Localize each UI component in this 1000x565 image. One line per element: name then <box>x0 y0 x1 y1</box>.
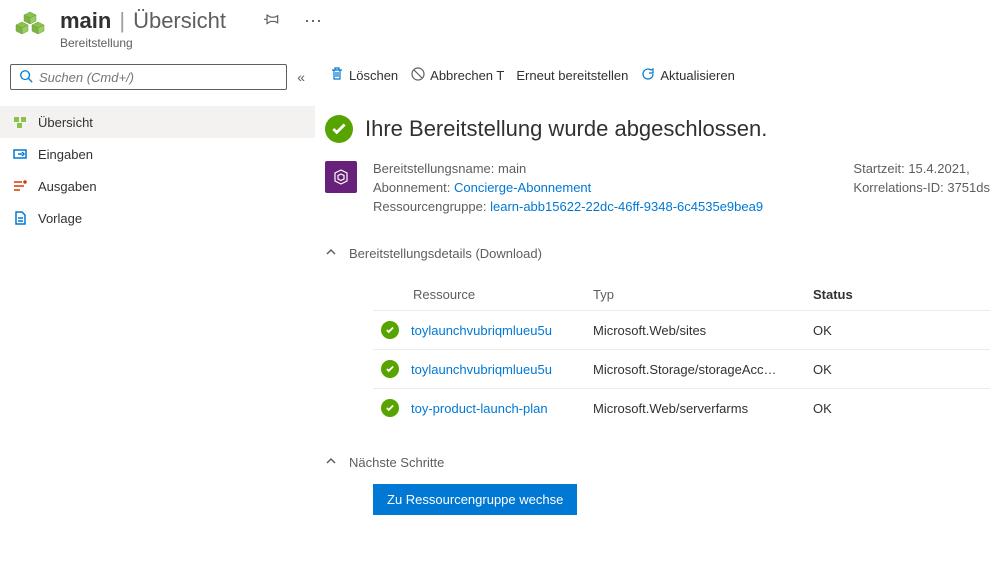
start-time-label: Startzeit: <box>853 161 904 176</box>
nav-label: Übersicht <box>38 115 93 130</box>
pin-icon[interactable] <box>264 12 280 31</box>
sidebar-nav: Übersicht Eingaben Ausgaben Vorlage <box>0 106 315 234</box>
col-resource: Ressource <box>373 287 593 302</box>
main-content: Löschen Abbrechen T Erneut bereitstellen… <box>315 58 1000 515</box>
delete-button[interactable]: Löschen <box>325 64 402 87</box>
row-success-icon <box>381 360 399 378</box>
resource-status: OK <box>813 362 990 377</box>
trash-icon <box>329 66 345 85</box>
chevron-up-icon <box>325 246 337 261</box>
table-row: toylaunchvubriqmlueu5u Microsoft.Storage… <box>373 349 990 388</box>
search-box[interactable] <box>10 64 287 90</box>
next-steps-toggle[interactable]: Nächste Schritte <box>325 451 990 474</box>
resource-link[interactable]: toylaunchvubriqmlueu5u <box>411 362 552 377</box>
nav-item-template[interactable]: Vorlage <box>0 202 315 234</box>
correlation-value: 3751ds <box>947 180 990 195</box>
cancel-icon <box>410 66 426 85</box>
delete-label: Löschen <box>349 68 398 83</box>
redeploy-button[interactable]: Erneut bereitstellen <box>512 66 632 85</box>
start-time-value: 15.4.2021, <box>908 161 969 176</box>
inputs-icon <box>12 146 28 162</box>
col-status: Status <box>813 287 990 302</box>
refresh-button[interactable]: Aktualisieren <box>636 64 738 87</box>
deployment-table: Ressource Typ Status toylaunchvubriqmlue… <box>373 279 990 427</box>
nav-label: Vorlage <box>38 211 82 226</box>
sidebar: « Übersicht Eingaben Ausgaben <box>0 58 315 515</box>
deployment-name-value: main <box>498 161 526 176</box>
search-icon <box>19 69 33 86</box>
page-title: main <box>60 8 111 34</box>
nav-item-outputs[interactable]: Ausgaben <box>0 170 315 202</box>
details-toggle[interactable]: Bereitstellungsdetails (Download) <box>325 242 990 265</box>
refresh-icon <box>640 66 656 85</box>
col-type: Typ <box>593 287 813 302</box>
deployment-icon <box>12 8 48 44</box>
deployment-name-label: Bereitstellungsname: <box>373 161 494 176</box>
nav-label: Eingaben <box>38 147 93 162</box>
nav-label: Ausgaben <box>38 179 97 194</box>
resource-group-label: Ressourcengruppe: <box>373 199 486 214</box>
outputs-icon <box>12 178 28 194</box>
resource-link[interactable]: toylaunchvubriqmlueu5u <box>411 323 552 338</box>
refresh-label: Aktualisieren <box>660 68 734 83</box>
cancel-label: Abbrechen T <box>430 68 504 83</box>
table-row: toy-product-launch-plan Microsoft.Web/se… <box>373 388 990 427</box>
deployment-info: Bereitstellungsname: main Abonnement: Co… <box>325 161 990 218</box>
title-separator: | <box>119 8 125 34</box>
details-header-label: Bereitstellungsdetails (Download) <box>349 246 542 261</box>
search-input[interactable] <box>39 70 278 85</box>
redeploy-label: Erneut bereitstellen <box>516 68 628 83</box>
collapse-sidebar-icon[interactable]: « <box>297 69 305 85</box>
chevron-up-icon <box>325 455 337 470</box>
correlation-label: Korrelations-ID: <box>853 180 943 195</box>
cubes-icon <box>12 114 28 130</box>
status-row: Ihre Bereitstellung wurde abgeschlossen. <box>325 103 990 161</box>
go-to-resource-group-button[interactable]: Zu Ressourcengruppe wechse <box>373 484 577 515</box>
resource-status: OK <box>813 323 990 338</box>
arm-icon <box>325 161 357 193</box>
resource-status: OK <box>813 401 990 416</box>
more-icon[interactable]: ⋯ <box>304 11 323 32</box>
resource-link[interactable]: toy-product-launch-plan <box>411 401 548 416</box>
nav-item-overview[interactable]: Übersicht <box>0 106 315 138</box>
status-title: Ihre Bereitstellung wurde abgeschlossen. <box>365 116 767 142</box>
table-header: Ressource Typ Status <box>373 279 990 310</box>
next-steps-label: Nächste Schritte <box>349 455 444 470</box>
table-row: toylaunchvubriqmlueu5u Microsoft.Web/sit… <box>373 310 990 349</box>
toolbar: Löschen Abbrechen T Erneut bereitstellen… <box>325 58 990 103</box>
next-steps-section: Nächste Schritte Zu Ressourcengruppe wec… <box>325 451 990 515</box>
success-icon <box>325 115 353 143</box>
resource-type: Microsoft.Web/sites <box>593 323 813 338</box>
resource-type: Microsoft.Storage/storageAcc… <box>593 362 813 377</box>
page-header: main | Übersicht ⋯ Bereitstellung <box>0 0 1000 58</box>
cancel-button[interactable]: Abbrechen T <box>406 64 508 87</box>
page-category: Bereitstellung <box>60 36 323 50</box>
row-success-icon <box>381 399 399 417</box>
page-subtitle: Übersicht <box>133 8 226 34</box>
resource-group-link[interactable]: learn-abb15622-22dc-46ff-9348-6c4535e9be… <box>490 199 763 214</box>
row-success-icon <box>381 321 399 339</box>
subscription-label: Abonnement: <box>373 180 450 195</box>
subscription-link[interactable]: Concierge-Abonnement <box>454 180 591 195</box>
resource-type: Microsoft.Web/serverfarms <box>593 401 813 416</box>
details-section: Bereitstellungsdetails (Download) Ressou… <box>325 242 990 427</box>
template-icon <box>12 210 28 226</box>
nav-item-inputs[interactable]: Eingaben <box>0 138 315 170</box>
